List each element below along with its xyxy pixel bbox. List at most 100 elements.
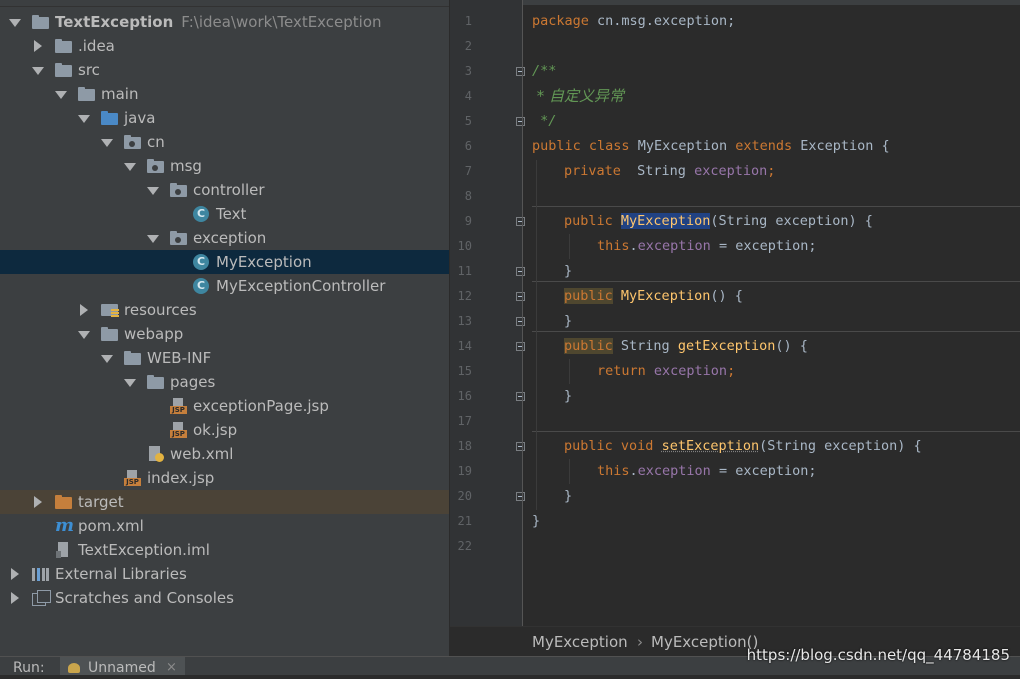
line-number: 4 [464, 89, 472, 103]
breadcrumb-method[interactable]: MyException() [651, 627, 758, 657]
iml-file-icon [55, 542, 72, 558]
fold-marker-icon[interactable] [516, 67, 525, 76]
tree-item-java[interactable]: java [0, 106, 449, 130]
tree-item-webapp[interactable]: webapp [0, 322, 449, 346]
code-editor[interactable]: 1 2 3 4 5 6 7 8 9 10 11 12 13 14 15 16 1… [450, 0, 1020, 626]
tree-item-external-libraries[interactable]: External Libraries [0, 562, 449, 586]
maven-icon: m [55, 515, 75, 536]
tree-item-label: webapp [124, 325, 184, 343]
jsp-file-icon [170, 422, 187, 438]
code-line-19[interactable]: this.exception = exception; [597, 459, 816, 484]
expand-arrow-icon[interactable] [147, 178, 159, 202]
tree-item-label: TextException.iml [78, 541, 210, 559]
tree-item-exception[interactable]: exception [0, 226, 449, 250]
tree-item-idea[interactable]: .idea [0, 34, 449, 58]
tree-item-exceptionpage-jsp[interactable]: exceptionPage.jsp [0, 394, 449, 418]
tree-item-label: resources [124, 301, 197, 319]
tree-item-root[interactable]: TextException F:\idea\work\TextException [0, 10, 449, 34]
tree-item-pages[interactable]: pages [0, 370, 449, 394]
excluded-folder-icon [55, 494, 72, 510]
fold-marker-icon[interactable] [516, 267, 525, 276]
expand-arrow-icon[interactable] [55, 82, 67, 106]
class-icon [193, 206, 210, 222]
code-line-18[interactable]: public void setException(String exceptio… [564, 434, 922, 459]
fold-marker-icon[interactable] [516, 342, 525, 351]
tree-item-iml[interactable]: TextException.iml [0, 538, 449, 562]
tree-item-resources[interactable]: resources [0, 298, 449, 322]
code-line-9[interactable]: public MyException(String exception) { [564, 209, 873, 234]
code-line-20[interactable]: } [564, 484, 572, 509]
expand-arrow-icon[interactable] [124, 370, 136, 394]
collapse-arrow-icon[interactable] [78, 298, 90, 322]
code-line-13[interactable]: } [564, 309, 572, 334]
line-number: 14 [457, 339, 472, 353]
tree-item-web-xml[interactable]: web.xml [0, 442, 449, 466]
expand-arrow-icon[interactable] [147, 226, 159, 250]
run-config-icon [68, 663, 80, 673]
code-line-15[interactable]: return exception; [597, 359, 735, 384]
jsp-file-icon [170, 398, 187, 414]
expand-arrow-icon[interactable] [78, 322, 90, 346]
tree-item-cn[interactable]: cn [0, 130, 449, 154]
code-line-14[interactable]: public String getException() { [564, 334, 808, 359]
selected-identifier: MyException [620, 213, 711, 229]
code-line-10[interactable]: this.exception = exception; [597, 234, 816, 259]
tree-item-controller[interactable]: controller [0, 178, 449, 202]
code-line-12[interactable]: public MyException() { [564, 284, 743, 309]
fold-marker-icon[interactable] [516, 117, 525, 126]
fold-marker-icon[interactable] [516, 317, 525, 326]
collapse-arrow-icon[interactable] [32, 34, 44, 58]
code-line-16[interactable]: } [564, 384, 572, 409]
indent-guide [569, 459, 570, 484]
tree-item-ok-jsp[interactable]: ok.jsp [0, 418, 449, 442]
tree-item-index-jsp[interactable]: index.jsp [0, 466, 449, 490]
tree-item-label: .idea [78, 37, 115, 55]
breadcrumb-class[interactable]: MyException [532, 627, 628, 657]
expand-arrow-icon[interactable] [9, 10, 21, 34]
expand-arrow-icon[interactable] [101, 346, 113, 370]
code-line-1[interactable]: package cn.msg.exception; [532, 9, 735, 34]
tree-item-label: java [124, 109, 156, 127]
expand-arrow-icon[interactable] [101, 130, 113, 154]
fold-marker-icon[interactable] [516, 492, 525, 501]
code-line-5[interactable]: */ [532, 109, 556, 134]
tree-item-pom-xml[interactable]: m pom.xml [0, 514, 449, 538]
gutter-divider [522, 0, 523, 626]
project-toolbar [0, 0, 449, 7]
tree-item-src[interactable]: src [0, 58, 449, 82]
run-tab-unnamed[interactable]: Unnamed × [60, 657, 185, 676]
line-number: 19 [457, 464, 472, 478]
tree-item-myexception[interactable]: MyException [0, 250, 449, 274]
tree-item-myexceptioncontroller[interactable]: MyExceptionController [0, 274, 449, 298]
close-icon[interactable]: × [166, 657, 177, 679]
code-line-21[interactable]: } [532, 509, 540, 534]
collapse-arrow-icon[interactable] [9, 586, 21, 610]
folder-icon [78, 86, 95, 102]
fold-marker-icon[interactable] [516, 292, 525, 301]
collapse-arrow-icon[interactable] [32, 490, 44, 514]
code-line-3[interactable]: /** [532, 59, 556, 84]
expand-arrow-icon[interactable] [124, 154, 136, 178]
code-line-11[interactable]: } [564, 259, 572, 284]
tree-item-target[interactable]: target [0, 490, 449, 514]
expand-arrow-icon[interactable] [32, 58, 44, 82]
fold-marker-icon[interactable] [516, 442, 525, 451]
tree-item-label: exception [193, 229, 267, 247]
fold-marker-icon[interactable] [516, 392, 525, 401]
expand-arrow-icon[interactable] [78, 106, 90, 130]
tree-item-main[interactable]: main [0, 82, 449, 106]
line-number: 10 [457, 239, 472, 253]
tree-item-scratches[interactable]: Scratches and Consoles [0, 586, 449, 610]
code-line-7[interactable]: private String exception; [564, 159, 775, 184]
tree-item-text[interactable]: Text [0, 202, 449, 226]
tree-item-web-inf[interactable]: WEB-INF [0, 346, 449, 370]
package-icon [124, 134, 141, 150]
code-line-4[interactable]: * 自定义异常 [532, 84, 624, 109]
tree-item-msg[interactable]: msg [0, 154, 449, 178]
line-number-gutter[interactable]: 1 2 3 4 5 6 7 8 9 10 11 12 13 14 15 16 1… [450, 0, 525, 626]
line-number: 13 [457, 314, 472, 328]
code-line-6[interactable]: public class MyException extends Excepti… [532, 134, 890, 159]
collapse-arrow-icon[interactable] [9, 562, 21, 586]
fold-marker-icon[interactable] [516, 217, 525, 226]
line-number: 11 [457, 264, 472, 278]
